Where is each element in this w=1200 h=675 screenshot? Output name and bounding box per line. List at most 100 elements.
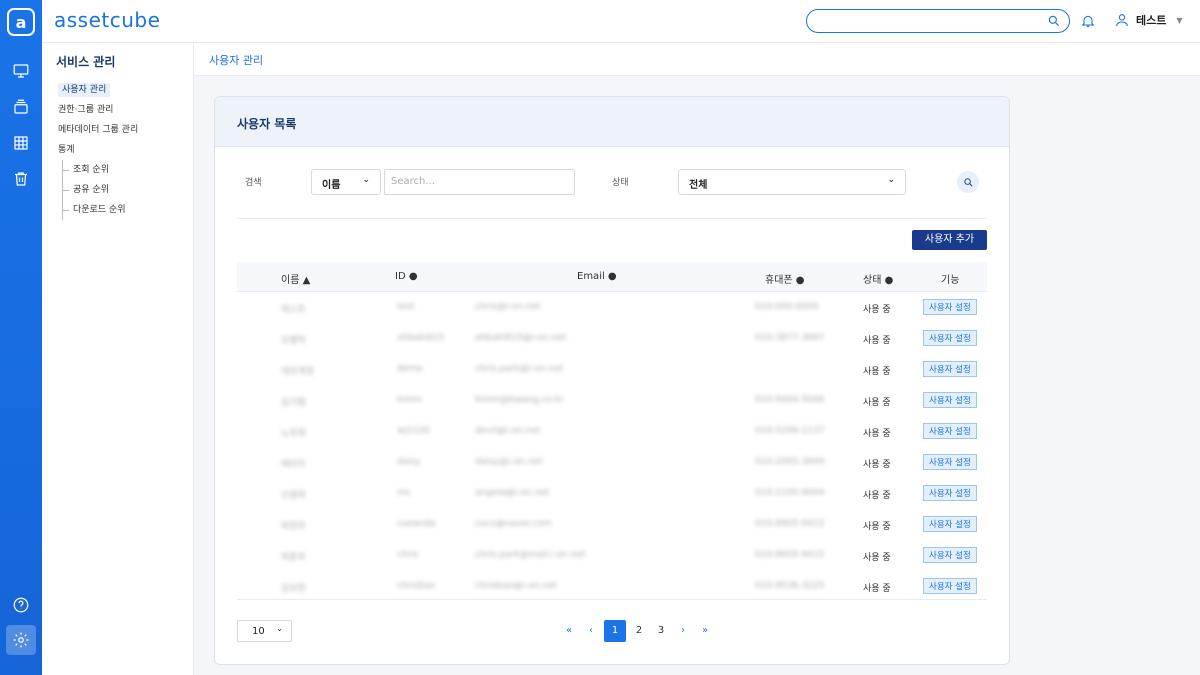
cell-phone: 010-2065-3849 bbox=[755, 457, 825, 467]
chevron-down-icon: ⌄ bbox=[362, 175, 370, 185]
user-settings-button[interactable]: 사용자 설정 bbox=[923, 516, 977, 532]
prev-page-button[interactable]: ‹ bbox=[582, 620, 600, 642]
col-header-id[interactable]: ID ● bbox=[395, 271, 418, 282]
notification-bell-icon[interactable] bbox=[1080, 12, 1096, 34]
pagination: « ‹ 1 2 3 › » bbox=[560, 620, 714, 642]
user-settings-button[interactable]: 사용자 설정 bbox=[923, 330, 977, 346]
breadcrumb: 사용자 관리 bbox=[194, 43, 1200, 76]
breadcrumb-current[interactable]: 사용자 관리 bbox=[209, 52, 263, 68]
user-settings-button[interactable]: 사용자 설정 bbox=[923, 299, 977, 315]
add-user-button[interactable]: 사용자 추가 bbox=[912, 230, 987, 250]
search-field-select[interactable]: 이름 ⌄ bbox=[311, 169, 381, 195]
cell-phone: 010-8805-9415 bbox=[755, 519, 825, 529]
search-icon[interactable] bbox=[1047, 14, 1061, 28]
cell-status: 사용 중 bbox=[863, 553, 891, 563]
stack-icon[interactable] bbox=[0, 92, 42, 122]
table-row[interactable]: 박현주 coeanda coco@naver.com 010-8805-9415 사용 … bbox=[237, 509, 987, 540]
sidebar-subitem-share-rank[interactable]: 공유 순위 bbox=[62, 180, 193, 200]
cell-name: 김보현 bbox=[281, 584, 306, 594]
help-icon[interactable] bbox=[0, 590, 42, 620]
sidebar-item-user-management[interactable]: 사용자 관리 bbox=[58, 80, 193, 100]
col-header-status[interactable]: 상태 ● bbox=[863, 271, 893, 286]
user-menu[interactable]: 테스트 ▼ bbox=[1114, 12, 1183, 28]
cell-email: kimm@kwang.co.kr bbox=[475, 395, 564, 405]
cell-name: 데모계정 bbox=[281, 367, 315, 377]
filter-bar: 검색 이름 ⌄ Search... 상태 전체 ⌄ bbox=[237, 169, 987, 219]
user-settings-button[interactable]: 사용자 설정 bbox=[923, 361, 977, 377]
cell-id: ms bbox=[397, 488, 411, 498]
search-button[interactable] bbox=[957, 171, 979, 193]
cell-email: angela@i-on.net bbox=[475, 488, 550, 498]
grid-icon[interactable] bbox=[0, 128, 42, 158]
search-icon bbox=[963, 177, 972, 186]
sidebar-subitem-view-rank[interactable]: 조회 순위 bbox=[62, 160, 193, 180]
user-settings-button[interactable]: 사용자 설정 bbox=[923, 578, 977, 594]
brand-logo[interactable]: assetcube bbox=[54, 8, 160, 32]
status-select[interactable]: 전체 ⌄ bbox=[678, 169, 906, 195]
chevron-down-icon: ⌄ bbox=[887, 175, 895, 185]
cell-id: daisy bbox=[397, 457, 421, 467]
cell-name: 테스트 bbox=[281, 305, 306, 315]
table-row[interactable]: 오병탁 ohbaki815 ohbaki815@i-on.net 010-3877-3… bbox=[237, 323, 987, 354]
cell-email: daisy@i-on.net bbox=[475, 457, 543, 467]
sidebar-item-statistics[interactable]: 통계 bbox=[58, 140, 193, 160]
sidebar-subitem-download-rank[interactable]: 다운로드 순위 bbox=[62, 200, 193, 220]
chevron-down-icon: ▼ bbox=[1176, 15, 1183, 25]
left-rail: a bbox=[0, 0, 42, 675]
table-row[interactable]: 김기범 kimm kimm@kwang.co.kr 010-9444-5046 사용 중… bbox=[237, 385, 987, 416]
sidebar-item-metadata-group[interactable]: 메타데이터 그룹 관리 bbox=[58, 120, 193, 140]
cell-phone: 010-2100-9004 bbox=[755, 488, 825, 498]
table-row[interactable]: 신영희 ms angela@i-on.net 010-2100-9004 사용 중 사용자… bbox=[237, 478, 987, 509]
cell-email: devil@i-on.net bbox=[475, 426, 541, 436]
page-button-3[interactable]: 3 bbox=[652, 620, 670, 642]
cell-id: coeanda bbox=[397, 519, 436, 529]
cell-status: 사용 중 bbox=[863, 398, 891, 408]
chevron-down-icon: ⌄ bbox=[276, 624, 283, 633]
page-size-select[interactable]: 10 ⌄ bbox=[237, 620, 292, 642]
table-row[interactable]: 노주희 wj1120 devil@i-on.net 010-5299-1137 사용 중… bbox=[237, 416, 987, 447]
cell-name: 김기범 bbox=[281, 398, 306, 408]
sidebar-item-permission-group[interactable]: 권한·그룹 관리 bbox=[58, 100, 193, 120]
next-page-button[interactable]: › bbox=[674, 620, 692, 642]
page-button-1[interactable]: 1 bbox=[604, 620, 626, 642]
settings-icon[interactable] bbox=[6, 625, 36, 655]
user-settings-button[interactable]: 사용자 설정 bbox=[923, 454, 977, 470]
first-page-button[interactable]: « bbox=[560, 620, 578, 642]
cell-phone: 010-3877-3687 bbox=[755, 333, 825, 343]
user-settings-button[interactable]: 사용자 설정 bbox=[923, 392, 977, 408]
app-logo-icon[interactable]: a bbox=[7, 8, 35, 36]
table-row[interactable]: 테스트 test chris@i-on.net 010-000-0000 사용 중 사용자… bbox=[237, 292, 987, 323]
cell-name: 신영희 bbox=[281, 491, 306, 501]
search-input[interactable]: Search... bbox=[384, 169, 575, 195]
cell-id: chris bbox=[397, 550, 419, 560]
col-header-phone[interactable]: 휴대폰 ● bbox=[765, 271, 805, 286]
cell-id: wj1120 bbox=[397, 426, 430, 436]
cell-phone: 010-9444-5046 bbox=[755, 395, 825, 405]
table-row[interactable]: 박준우 chris chris.park@mail.i-on.net 010-8605… bbox=[237, 540, 987, 571]
col-header-email[interactable]: Email ● bbox=[577, 271, 617, 282]
cell-status: 사용 중 bbox=[863, 460, 891, 470]
cell-name: 박준우 bbox=[281, 553, 306, 563]
user-icon bbox=[1116, 14, 1128, 27]
card-title: 사용자 목록 bbox=[215, 97, 1009, 147]
cell-id: demo bbox=[397, 364, 423, 374]
col-header-name[interactable]: 이름 ▲ bbox=[281, 271, 310, 286]
last-page-button[interactable]: » bbox=[696, 620, 714, 642]
trash-icon[interactable] bbox=[0, 164, 42, 194]
page-button-2[interactable]: 2 bbox=[630, 620, 648, 642]
status-label: 상태 bbox=[612, 178, 629, 188]
table-row[interactable]: 데모계정 demo chris.park@i-on.net 사용 중 사용자 설정 bbox=[237, 354, 987, 385]
cell-status: 사용 중 bbox=[863, 429, 891, 439]
user-settings-button[interactable]: 사용자 설정 bbox=[923, 547, 977, 563]
global-search-input[interactable] bbox=[806, 9, 1070, 33]
table-row[interactable]: 김보현 chrisbae chrisbae@i-on.net 010-9536-322… bbox=[237, 571, 987, 602]
cell-email: chris.park@i-on.net bbox=[475, 364, 564, 374]
table-row[interactable]: 테이지 daisy daisy@i-on.net 010-2065-3849 사용 중 사… bbox=[237, 447, 987, 478]
cell-email: chrisbae@i-on.net bbox=[475, 581, 558, 591]
cell-status: 사용 중 bbox=[863, 491, 891, 501]
user-settings-button[interactable]: 사용자 설정 bbox=[923, 485, 977, 501]
monitor-icon[interactable] bbox=[0, 56, 42, 86]
user-settings-button[interactable]: 사용자 설정 bbox=[923, 423, 977, 439]
table-header: 이름 ▲ ID ● Email ● 휴대폰 ● 상태 ● 기능 bbox=[237, 262, 987, 292]
cell-email: ohbaki815@i-on.net bbox=[475, 333, 567, 343]
